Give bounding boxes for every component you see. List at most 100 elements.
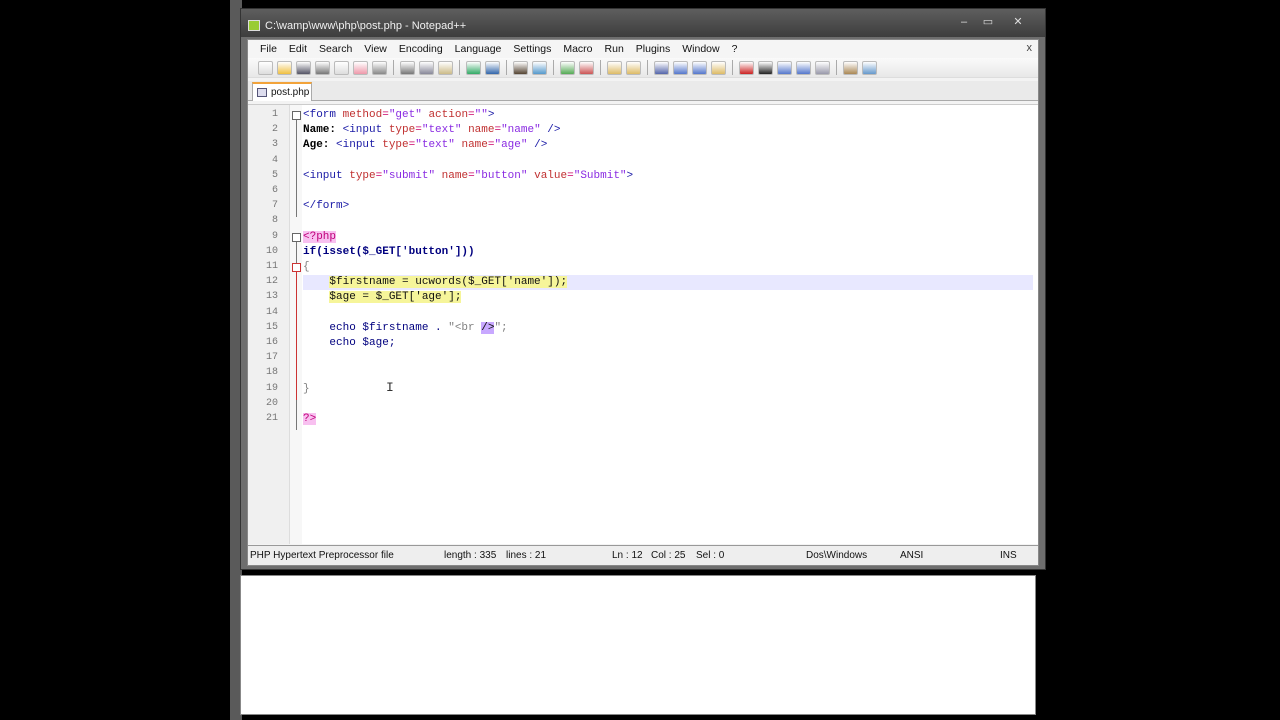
menu-edit[interactable]: Edit [283,40,313,58]
undo-icon[interactable] [466,60,481,75]
code-line[interactable] [303,184,1033,199]
code-line[interactable]: $age = $_GET['age']; [303,290,1033,305]
fold-toggle-icon[interactable] [292,263,301,272]
code-token: > [626,169,634,182]
redo-icon[interactable] [485,60,500,75]
menu-macro[interactable]: Macro [557,40,598,58]
paste-icon[interactable] [438,60,453,75]
code-token: "age" [494,139,535,152]
line-number: 12 [265,276,278,288]
code-token: "text" [415,139,462,152]
indent-guide-icon[interactable] [692,60,707,75]
spell-check-icon[interactable] [862,60,877,75]
record-macro-icon[interactable] [739,60,754,75]
code-token: Name: [303,124,343,137]
code-line[interactable]: echo $firstname . "<br />"; [303,321,1033,336]
tab-bar: post.php [248,81,1038,101]
zoom-out-icon[interactable] [579,60,594,75]
menu-window[interactable]: Window [676,40,725,58]
save-all-icon[interactable] [315,60,330,75]
toolbar-separator [647,60,648,75]
menu-help[interactable]: ? [726,40,744,58]
line-number: 19 [265,382,278,394]
status-ln: Ln : 12 [612,550,643,561]
code-line[interactable]: Name: <input type="text" name="name" /> [303,123,1033,138]
code-line[interactable] [303,154,1033,169]
toolbar-separator [600,60,601,75]
code-line[interactable] [303,214,1033,229]
show-all-chars-icon[interactable] [673,60,688,75]
code-line[interactable]: echo $age; [303,336,1033,351]
close-icon[interactable] [334,60,349,75]
fold-margin[interactable] [290,105,302,544]
copy-icon[interactable] [419,60,434,75]
code-line[interactable]: ?> [303,412,1033,427]
maximize-button[interactable]: ▭ [977,15,999,29]
code-line[interactable]: </form> [303,199,1033,214]
line-number: 5 [271,169,278,181]
line-number: 21 [265,413,278,424]
run-macro-multiple-icon[interactable] [796,60,811,75]
sync-h-icon[interactable] [626,60,641,75]
code-line[interactable] [303,366,1033,381]
title-bar[interactable]: C:\wamp\www\php\post.php - Notepad++ – ▭… [241,9,1045,37]
find-icon[interactable] [513,60,528,75]
code-editor[interactable]: 1 2 3 4 5 6 7 8 9 10 11 12 13 14 15 16 17 18 19 20 21 <form … [248,104,1038,544]
save-icon[interactable] [296,60,311,75]
code-line[interactable]: { [303,260,1033,275]
sync-v-icon[interactable] [607,60,622,75]
fold-toggle-icon[interactable] [292,232,301,242]
code-line[interactable]: } [303,382,1033,397]
toolbar-separator [506,60,507,75]
launch-browser-icon[interactable] [843,60,858,75]
user-lang-icon[interactable] [711,60,726,75]
play-macro-icon[interactable] [777,60,792,75]
code-line[interactable]: if(isset($_GET['button'])) [303,245,1033,260]
close-all-icon[interactable] [353,60,368,75]
print-icon[interactable] [372,60,387,75]
status-lines: lines : 21 [506,550,547,561]
toolbar-separator [459,60,460,75]
code-token: = [382,109,389,121]
tab-post-php[interactable]: post.php [252,82,312,101]
cut-icon[interactable] [400,60,415,75]
open-file-icon[interactable] [277,60,292,75]
menu-encoding[interactable]: Encoding [393,40,449,58]
stop-record-icon[interactable] [758,60,773,75]
tab-label: post.php [271,87,310,98]
line-number: 10 [265,245,278,257]
code-token: "; [494,321,508,334]
minimize-button[interactable]: – [953,15,975,29]
replace-icon[interactable] [532,60,547,75]
code-line[interactable] [303,397,1033,412]
menu-view[interactable]: View [358,40,393,58]
new-file-icon[interactable] [258,60,273,75]
word-wrap-icon[interactable] [654,60,669,75]
menu-language[interactable]: Language [449,40,508,58]
menu-file[interactable]: File [254,40,283,58]
menu-search[interactable]: Search [313,40,358,58]
code-line[interactable] [303,351,1033,366]
code-line[interactable]: $firstname = ucwords($_GET['name']); [303,275,1033,291]
zoom-in-icon[interactable] [560,60,575,75]
code-token: "" [474,109,488,121]
toolbar-separator [836,60,837,75]
menu-settings[interactable]: Settings [507,40,557,58]
menu-plugins[interactable]: Plugins [630,40,676,58]
menu-run[interactable]: Run [599,40,630,58]
code-line[interactable] [303,306,1033,321]
code-line[interactable]: <form method="get" action=""> [303,108,1033,123]
code-line[interactable]: <?php [303,230,1033,245]
code-token: /> [534,139,548,152]
code-token: <input [303,169,350,182]
save-macro-icon[interactable] [815,60,830,75]
code-line[interactable]: Age: <input type="text" name="age" /> [303,138,1033,153]
fold-toggle-icon[interactable] [292,111,301,120]
close-document-button[interactable]: x [1027,42,1033,54]
code-line[interactable]: <input type="submit" name="button" value… [303,169,1033,184]
close-button[interactable]: ✕ [1007,15,1029,29]
code-token: Age: [303,139,337,152]
